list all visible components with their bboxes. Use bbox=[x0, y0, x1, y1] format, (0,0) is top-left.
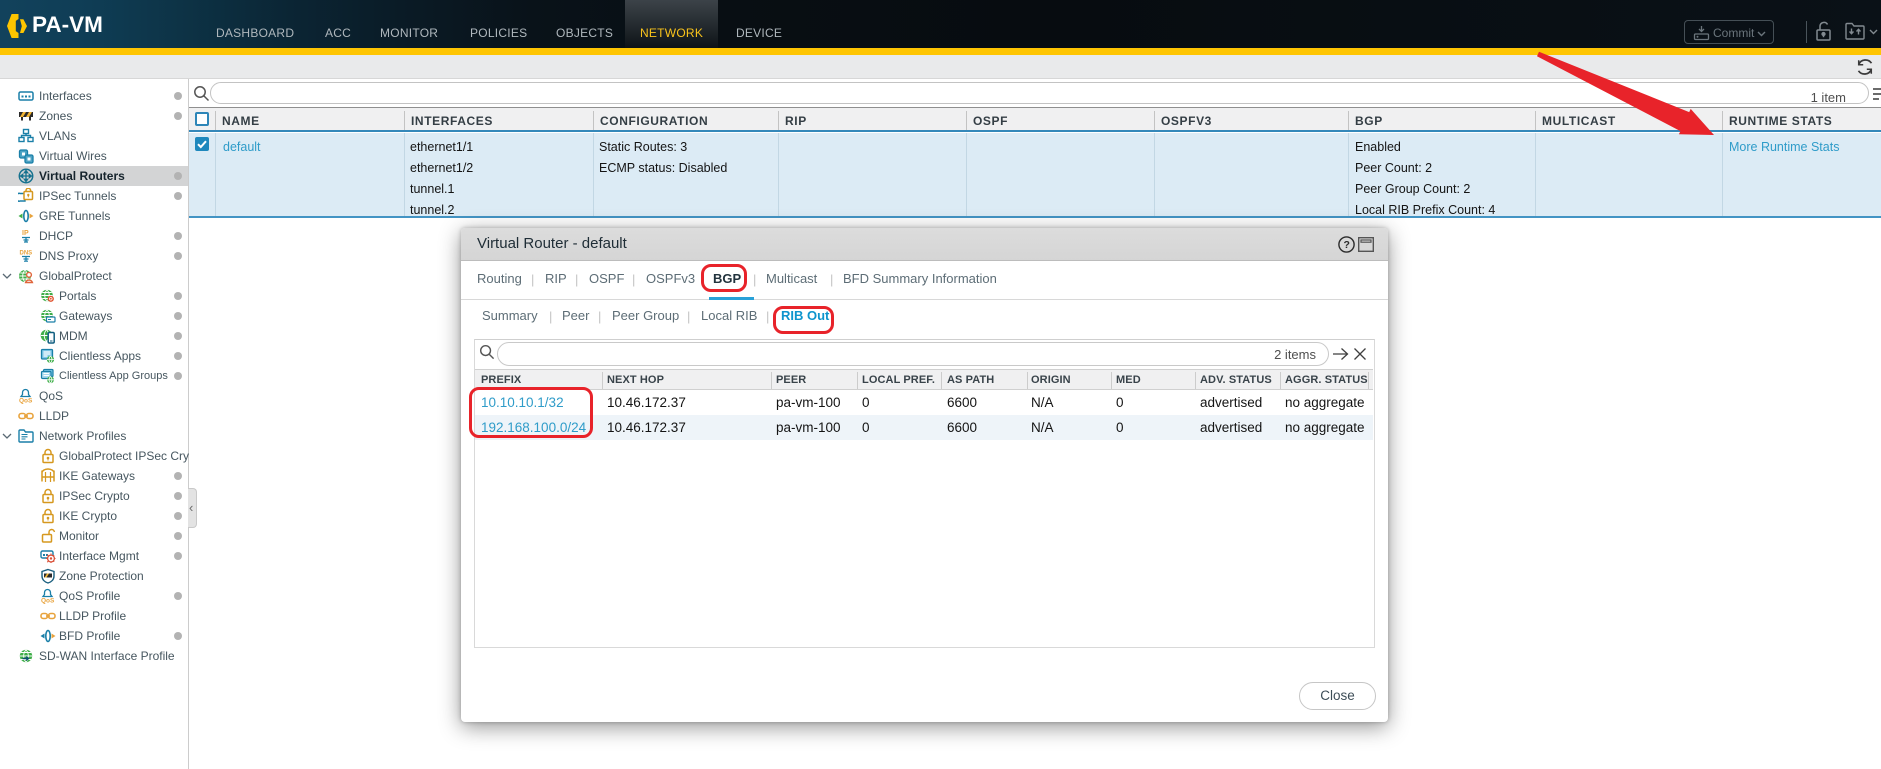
svg-text:QoS: QoS bbox=[19, 398, 33, 405]
svg-text:DNS: DNS bbox=[20, 251, 33, 257]
svg-text:?: ? bbox=[1344, 239, 1350, 251]
svg-text:QoS: QoS bbox=[41, 598, 55, 605]
svg-text:IP: IP bbox=[22, 230, 29, 237]
